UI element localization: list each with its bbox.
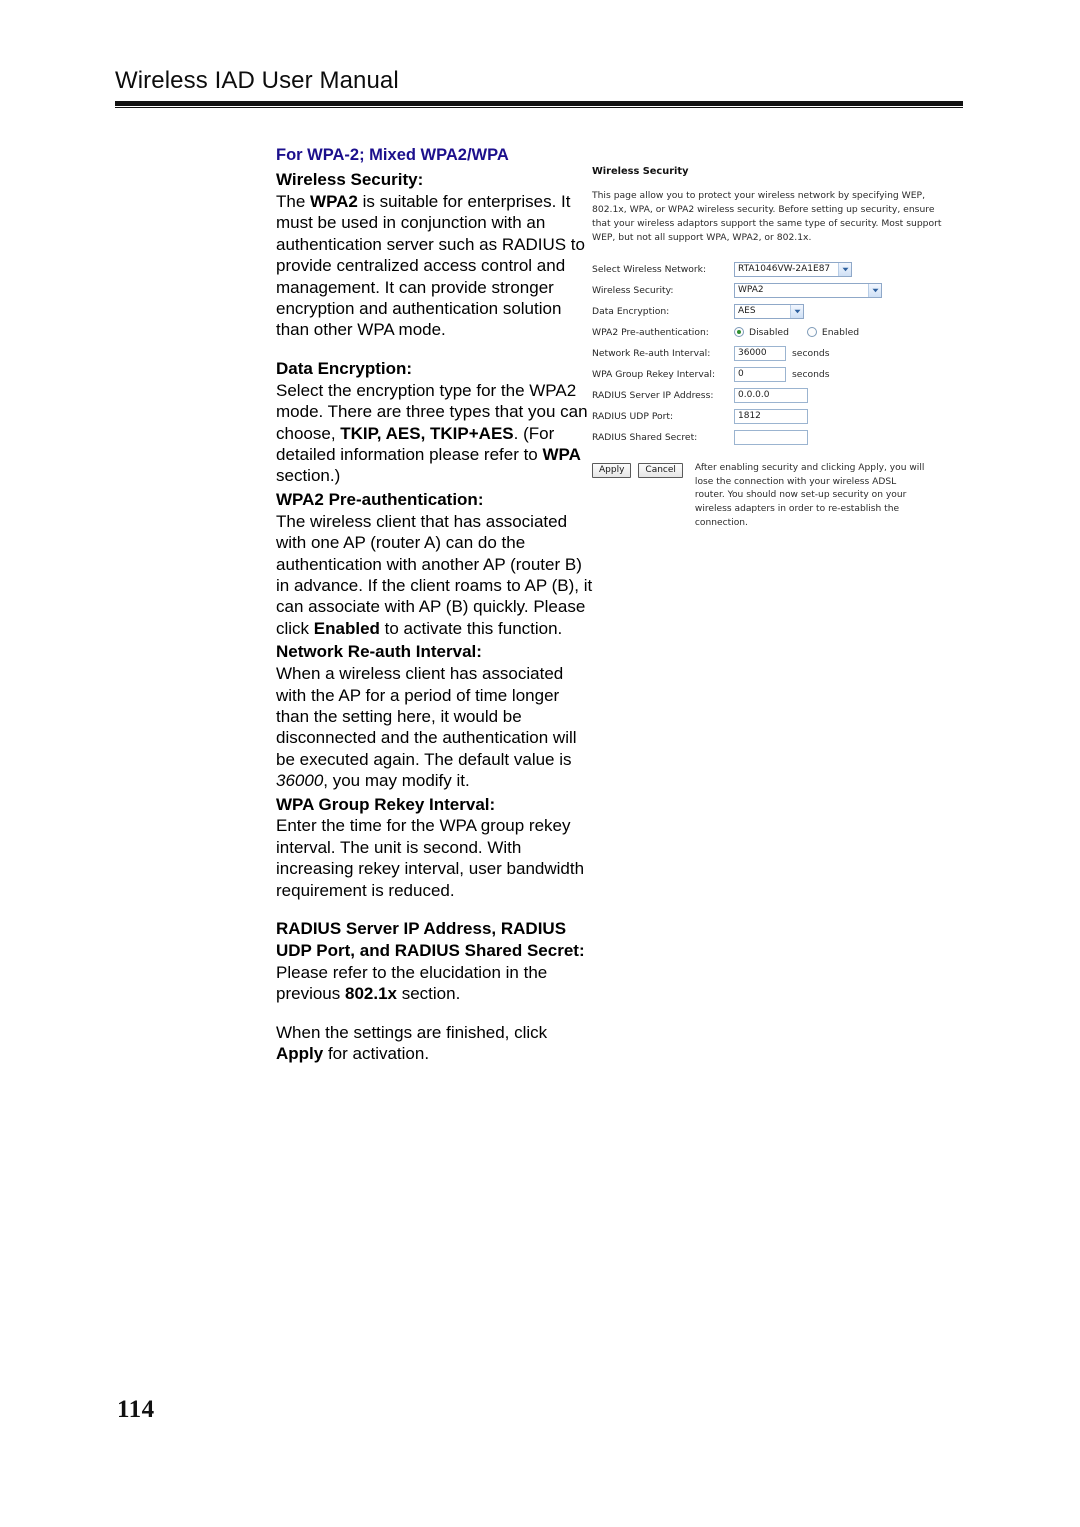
radio-selected-icon	[734, 327, 744, 338]
field-row-radius-server-ip: RADIUS Server IP Address: 0.0.0.0	[592, 385, 964, 406]
label-wpa2-pre-authentication: WPA2 Pre-authentication:	[592, 326, 709, 338]
subheading-radius-settings: RADIUS Server IP Address, RADIUS UDP Por…	[276, 919, 585, 961]
screenshot-apply-note: After enabling security and clicking App…	[694, 462, 925, 529]
page-number: 114	[117, 1396, 155, 1423]
chevron-down-icon	[790, 304, 803, 318]
paragraph-network-reauth-interval: When a wireless client has associated wi…	[276, 664, 577, 791]
radius-udp-port-input[interactable]: 1812	[734, 408, 808, 424]
paragraph-wpa2-pre-authentication: The wireless client that has associated …	[276, 511, 593, 638]
network-reauth-interval-unit: seconds	[792, 347, 830, 359]
wpa-group-rekey-interval-unit: seconds	[792, 368, 830, 380]
label-radius-server-ip: RADIUS Server IP Address:	[592, 389, 714, 401]
label-wireless-security: Wireless Security:	[592, 284, 674, 296]
subheading-wpa-group-rekey-interval: WPA Group Rekey Interval:	[276, 794, 496, 814]
screenshot-action-row: Apply Cancel After enabling security and…	[592, 462, 964, 531]
chevron-down-icon	[868, 283, 881, 297]
label-network-reauth-interval: Network Re-auth Interval:	[592, 347, 711, 359]
control-wpa2-pre-authentication: Disabled Enabled	[734, 326, 877, 339]
manual-title: Wireless IAD User Manual	[115, 67, 399, 94]
field-row-data-encryption: Data Encryption: AES	[592, 301, 964, 322]
manual-text-column: For WPA-2; Mixed WPA2/WPA Wireless Secur…	[276, 145, 594, 1065]
paragraph-radius-settings: Please refer to the elucidation in the p…	[276, 962, 548, 1004]
subheading-wireless-security: Wireless Security:	[276, 170, 424, 190]
subheading-wpa2-pre-authentication: WPA2 Pre-authentication:	[276, 489, 484, 509]
data-encryption-value: AES	[738, 305, 756, 316]
control-radius-server-ip: 0.0.0.0	[734, 387, 808, 403]
control-select-wireless-network: RTA1046VW-2A1E87	[734, 261, 852, 277]
apply-button[interactable]: Apply	[592, 462, 632, 478]
radio-unselected-icon	[806, 327, 817, 338]
cancel-button[interactable]: Cancel	[638, 462, 683, 478]
select-wireless-network-value: RTA1046VW-2A1E87	[738, 263, 831, 274]
subheading-network-reauth-interval: Network Re-auth Interval:	[276, 642, 482, 662]
control-radius-shared-secret	[734, 429, 808, 445]
label-data-encryption: Data Encryption:	[592, 305, 670, 317]
paragraph-wpa-group-rekey-interval: Enter the time for the WPA group rekey i…	[276, 816, 585, 900]
radio-pre-auth-disabled[interactable]: Disabled	[734, 326, 789, 339]
screenshot-page-title: Wireless Security	[592, 166, 689, 177]
section-title: For WPA-2; Mixed WPA2/WPA	[276, 146, 509, 164]
wireless-security-screenshot: Wireless Security This page allow you to…	[592, 165, 964, 531]
page-running-header: Wireless IAD User Manual	[115, 67, 965, 109]
paragraph-data-encryption: Select the encryption type for the WPA2 …	[276, 380, 588, 486]
label-radius-shared-secret: RADIUS Shared Secret:	[592, 431, 698, 443]
label-wpa-group-rekey-interval: WPA Group Rekey Interval:	[592, 368, 716, 380]
field-row-radius-udp-port: RADIUS UDP Port: 1812	[592, 406, 964, 427]
subheading-data-encryption: Data Encryption:	[276, 358, 413, 378]
field-row-wpa2-pre-authentication: WPA2 Pre-authentication: Disabled Enable…	[592, 322, 964, 343]
control-data-encryption: AES	[734, 303, 804, 319]
screenshot-intro-text: This page allow you to protect your wire…	[592, 189, 942, 243]
field-row-network-reauth-interval: Network Re-auth Interval: 36000 seconds	[592, 343, 964, 364]
wireless-security-value: WPA2	[738, 284, 764, 295]
data-encryption-dropdown[interactable]: AES	[734, 303, 804, 319]
field-row-wireless-security: Wireless Security: WPA2	[592, 280, 964, 301]
wpa-group-rekey-interval-input[interactable]: 0	[734, 366, 786, 382]
network-reauth-interval-input[interactable]: 36000	[734, 345, 786, 361]
control-radius-udp-port: 1812	[734, 408, 808, 424]
header-divider	[115, 101, 963, 109]
wireless-security-dropdown[interactable]: WPA2	[734, 282, 882, 298]
label-radius-udp-port: RADIUS UDP Port:	[592, 410, 674, 422]
radius-shared-secret-input[interactable]	[734, 429, 808, 445]
field-row-wpa-group-rekey-interval: WPA Group Rekey Interval: 0 seconds	[592, 364, 964, 385]
paragraph-wireless-security: The WPA2 is suitable for enterprises. It…	[276, 192, 585, 340]
chevron-down-icon	[838, 262, 851, 276]
paragraph-apply-note: When the settings are finished, click Ap…	[276, 1022, 548, 1064]
control-wpa-group-rekey-interval: 0 seconds	[734, 366, 830, 382]
control-wireless-security: WPA2	[734, 282, 882, 298]
radio-pre-auth-disabled-label: Disabled	[749, 326, 789, 338]
field-row-radius-shared-secret: RADIUS Shared Secret:	[592, 427, 964, 448]
radio-pre-auth-enabled-label: Enabled	[821, 326, 860, 338]
label-select-wireless-network: Select Wireless Network:	[592, 263, 707, 275]
radio-pre-auth-enabled[interactable]: Enabled	[806, 326, 860, 339]
field-row-select-wireless-network: Select Wireless Network: RTA1046VW-2A1E8…	[592, 259, 964, 280]
select-wireless-network-dropdown[interactable]: RTA1046VW-2A1E87	[734, 261, 852, 277]
radius-server-ip-input[interactable]: 0.0.0.0	[734, 387, 808, 403]
control-network-reauth-interval: 36000 seconds	[734, 345, 830, 361]
